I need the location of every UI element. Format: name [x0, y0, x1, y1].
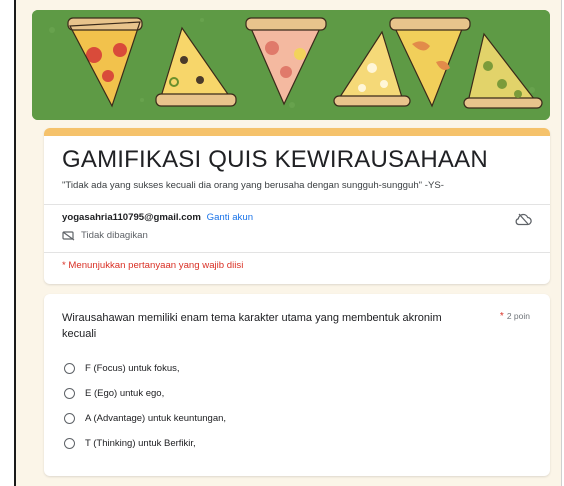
option-item[interactable]: F (Focus) untuk fokus, [64, 363, 180, 374]
option-item[interactable]: T (Thinking) untuk Berfikir, [64, 438, 196, 449]
question-card: Wirausahawan memiliki enam tema karakter… [44, 294, 550, 476]
points-label: 2 poin [506, 311, 530, 321]
question-text: Wirausahawan memiliki enam tema karakter… [62, 312, 442, 340]
divider [44, 204, 550, 205]
form-header-card: GAMIFIKASI QUIS KEWIRAUSAHAAN "Tidak ada… [44, 128, 550, 284]
option-label: A (Advantage) untuk keuntungan, [85, 413, 227, 424]
radio-button[interactable] [64, 413, 75, 424]
share-status: Tidak dibagikan [62, 230, 148, 241]
option-item[interactable]: E (Ego) untuk ego, [64, 388, 164, 399]
option-label: F (Focus) untuk fokus, [85, 363, 180, 374]
header-accent-bar [44, 128, 550, 136]
switch-account-link[interactable]: Ganti akun [207, 212, 253, 223]
option-label: T (Thinking) untuk Berfikir, [85, 438, 196, 449]
radio-button[interactable] [64, 438, 75, 449]
form-title: GAMIFIKASI QUIS KEWIRAUSAHAAN [62, 146, 488, 173]
not-shared-icon [62, 231, 75, 241]
not-shared-label: Tidak dibagikan [81, 230, 148, 241]
divider [44, 252, 550, 253]
cloud-save-icon [515, 213, 532, 226]
required-asterisk: * [499, 311, 504, 322]
radio-button[interactable] [64, 363, 75, 374]
required-note: * Menunjukkan pertanyaan yang wajib diis… [62, 260, 244, 271]
question-points: * 2 poin [500, 311, 530, 322]
account-email: yogasahria110795@gmail.com [62, 212, 201, 223]
header-banner [32, 10, 550, 120]
option-label: E (Ego) untuk ego, [85, 388, 165, 399]
account-row: yogasahria110795@gmail.com Ganti akun [62, 212, 253, 223]
form-description: "Tidak ada yang sukses kecuali dia orang… [62, 180, 444, 191]
radio-button[interactable] [64, 388, 75, 399]
pizza-slices-illustration [32, 10, 550, 120]
option-item[interactable]: A (Advantage) untuk keuntungan, [64, 413, 226, 424]
